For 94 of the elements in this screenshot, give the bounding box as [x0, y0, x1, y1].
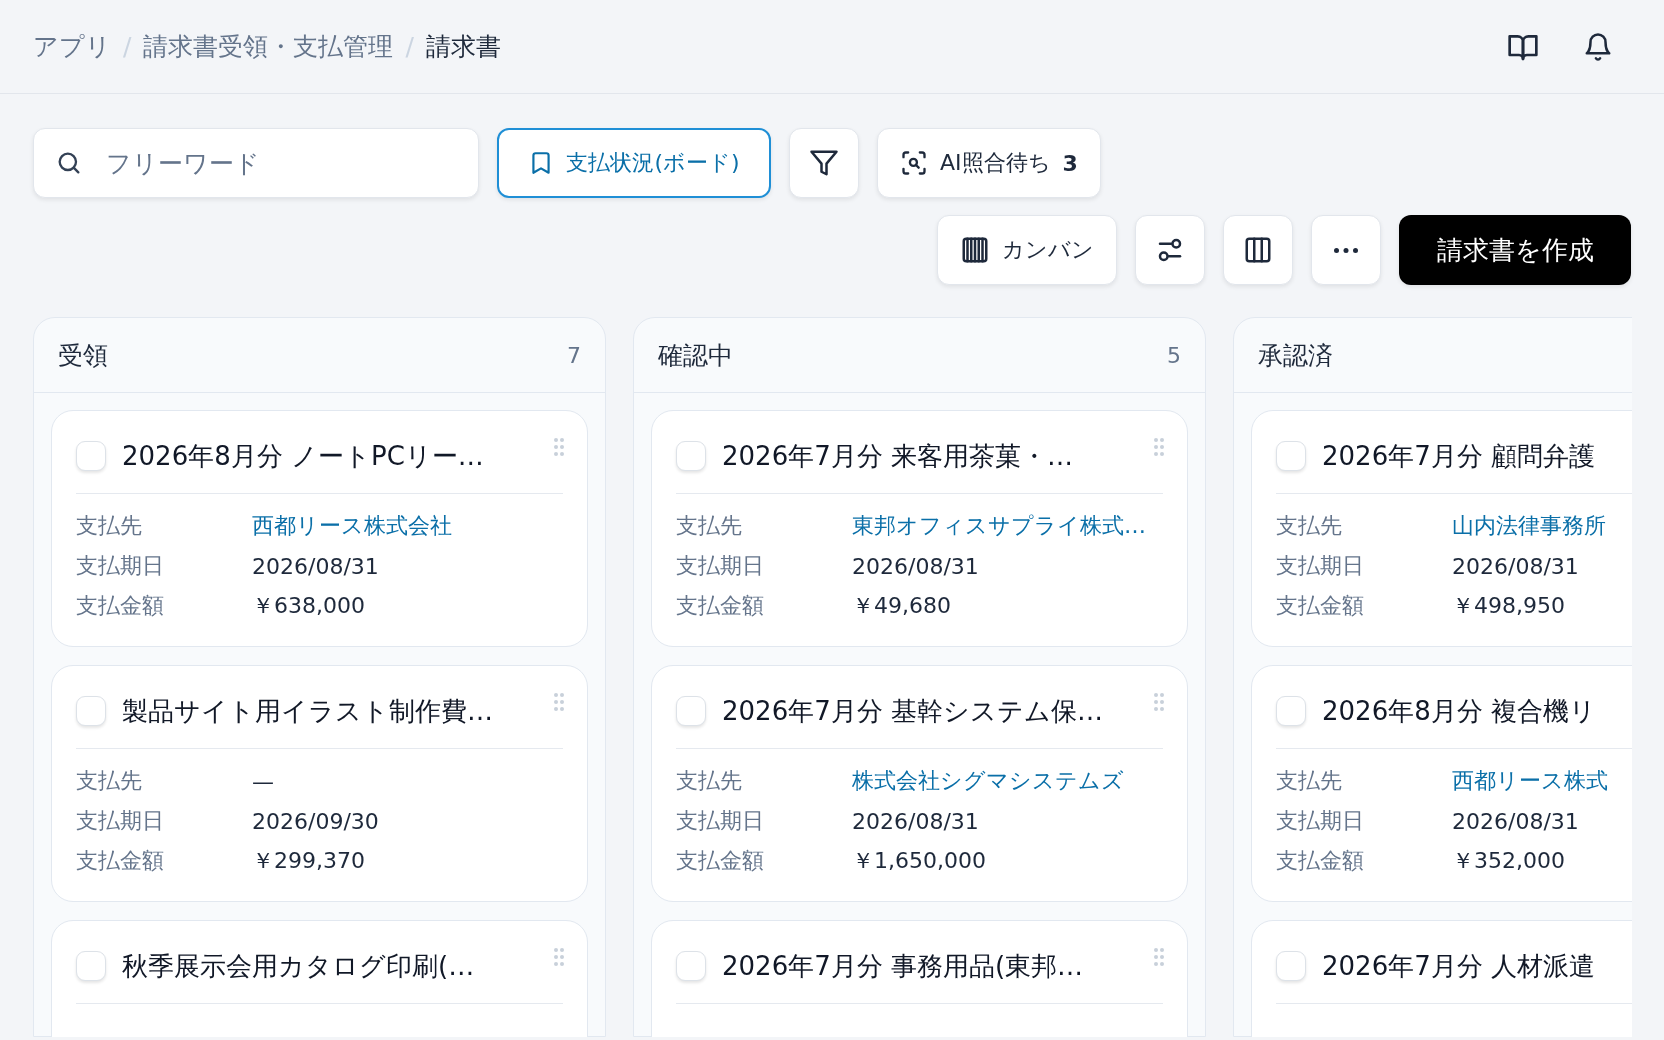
- payee-link[interactable]: 西都リース株式会社: [252, 511, 452, 541]
- breadcrumb-item[interactable]: アプリ: [33, 30, 111, 63]
- filter-icon: [809, 148, 839, 178]
- checkbox[interactable]: [76, 696, 106, 726]
- columns-icon: [1243, 235, 1273, 265]
- create-invoice-button[interactable]: 請求書を作成: [1399, 215, 1631, 285]
- column-count: 5: [1167, 342, 1181, 368]
- field-label: 支払先: [1276, 512, 1343, 540]
- column-title: 確認中: [658, 339, 733, 372]
- invoice-card[interactable]: 2026年8月分 複合機リ 支払先 西都リース株式 支払期日 2026/08/31 支払金額 ￥352,000: [1251, 665, 1632, 902]
- checkbox[interactable]: [1276, 696, 1306, 726]
- payee-link[interactable]: 東邦オフィスサプライ株式…: [852, 511, 1146, 541]
- field-label: 支払期日: [1276, 552, 1365, 580]
- filter-button[interactable]: [789, 128, 859, 198]
- checkbox[interactable]: [76, 951, 106, 981]
- field-label: 支払期日: [76, 807, 165, 835]
- field-label: 支払先: [76, 767, 143, 795]
- column-title: 受領: [58, 339, 108, 372]
- card-title: 秋季展示会用カタログ印刷(…: [122, 949, 475, 983]
- field-value: 2026/09/30: [252, 808, 379, 834]
- field-label: 支払先: [76, 512, 143, 540]
- drag-handle-icon[interactable]: [1153, 947, 1165, 967]
- bell-icon[interactable]: [1583, 31, 1613, 62]
- card-title: 2026年8月分 複合機リ: [1322, 694, 1596, 728]
- field-value: —: [252, 768, 274, 794]
- search-field[interactable]: フリーワード: [33, 128, 479, 198]
- drag-handle-icon[interactable]: [1153, 692, 1165, 712]
- field-label: 支払期日: [676, 807, 765, 835]
- checkbox[interactable]: [676, 696, 706, 726]
- payee-link[interactable]: 西都リース株式: [1452, 766, 1608, 796]
- checkbox[interactable]: [676, 441, 706, 471]
- view-button[interactable]: カンバン: [937, 215, 1117, 285]
- saved-view-button[interactable]: 支払状況(ボード): [497, 128, 771, 198]
- drag-handle-icon[interactable]: [553, 437, 565, 457]
- breadcrumb-item[interactable]: 請求書受領・支払管理: [143, 30, 394, 63]
- field-value: ￥49,680: [852, 592, 951, 620]
- field-value: 2026/08/31: [852, 808, 979, 834]
- card-title: 製品サイト用イラスト制作費…: [122, 694, 493, 728]
- checkbox[interactable]: [676, 951, 706, 981]
- field-label: 支払期日: [1276, 807, 1365, 835]
- payee-link[interactable]: 山内法律事務所: [1452, 511, 1606, 541]
- invoice-card[interactable]: 製品サイト用イラスト制作費… 支払先 — 支払期日 2026/09/30 支払金額 ￥299,370: [51, 665, 588, 902]
- drag-handle-icon[interactable]: [1153, 437, 1165, 457]
- breadcrumb-separator: /: [405, 32, 414, 61]
- card-title: 2026年7月分 事務用品(東邦…: [722, 949, 1084, 983]
- field-value: 2026/08/31: [252, 553, 379, 579]
- column-title: 承認済: [1258, 339, 1333, 372]
- card-title: 2026年8月分 ノートPCリー…: [122, 439, 484, 473]
- field-value: 2026/08/31: [1452, 808, 1579, 834]
- field-label: 支払金額: [676, 847, 765, 875]
- field-value: ￥638,000: [252, 592, 365, 620]
- field-label: 支払先: [676, 767, 743, 795]
- columns-button[interactable]: [1223, 215, 1293, 285]
- card-title: 2026年7月分 来客用茶菓・…: [722, 439, 1073, 473]
- field-label: 支払期日: [76, 552, 165, 580]
- drag-handle-icon[interactable]: [553, 692, 565, 712]
- more-button[interactable]: [1311, 215, 1381, 285]
- drag-handle-icon[interactable]: [553, 947, 565, 967]
- field-label: 支払金額: [1276, 592, 1365, 620]
- invoice-card[interactable]: 2026年7月分 人材派遣: [1251, 920, 1632, 1037]
- field-value: ￥352,000: [1452, 847, 1565, 875]
- invoice-card[interactable]: 2026年7月分 事務用品(東邦…: [651, 920, 1188, 1037]
- columns-icon: [960, 235, 990, 265]
- field-label: 支払先: [676, 512, 743, 540]
- breadcrumb-item: 請求書: [425, 31, 501, 63]
- invoice-card[interactable]: 2026年7月分 来客用茶菓・… 支払先 東邦オフィスサプライ株式… 支払期日 2026/08/31 支払金額 ￥49,680: [651, 410, 1188, 647]
- field-value: 2026/08/31: [852, 553, 979, 579]
- field-value: ￥1,650,000: [852, 847, 986, 875]
- payee-link[interactable]: 株式会社シグマシステムズ: [852, 766, 1124, 796]
- ai-match-button[interactable]: AI照合待ち 3: [877, 128, 1101, 198]
- more-icon: [1334, 247, 1358, 253]
- column-count: 7: [567, 342, 581, 368]
- invoice-card[interactable]: 2026年7月分 基幹システム保… 支払先 株式会社シグマシステムズ 支払期日 2026/08/31 支払金額 ￥1,650,000: [651, 665, 1188, 902]
- card-title: 2026年7月分 顧問弁護: [1322, 439, 1595, 473]
- field-label: 支払金額: [76, 592, 165, 620]
- breadcrumb-separator: /: [123, 32, 132, 61]
- field-value: ￥498,950: [1452, 592, 1565, 620]
- settings-button[interactable]: [1135, 215, 1205, 285]
- field-label: 支払金額: [676, 592, 765, 620]
- invoice-card[interactable]: 2026年8月分 ノートPCリー… 支払先 西都リース株式会社 支払期日 2026/08/31 支払金額 ￥638,000: [51, 410, 588, 647]
- field-label: 支払金額: [76, 847, 165, 875]
- card-title: 2026年7月分 人材派遣: [1322, 949, 1595, 983]
- field-value: 2026/08/31: [1452, 553, 1579, 579]
- invoice-card[interactable]: 2026年7月分 顧問弁護 支払先 山内法律事務所 支払期日 2026/08/31 支払金額 ￥498,950: [1251, 410, 1632, 647]
- field-label: 支払先: [1276, 767, 1343, 795]
- field-label: 支払金額: [1276, 847, 1365, 875]
- checkbox[interactable]: [76, 441, 106, 471]
- field-label: 支払期日: [676, 552, 765, 580]
- checkbox[interactable]: [1276, 441, 1306, 471]
- scan-icon: [900, 149, 928, 177]
- field-value: ￥299,370: [252, 847, 365, 875]
- card-title: 2026年7月分 基幹システム保…: [722, 694, 1103, 728]
- checkbox[interactable]: [1276, 951, 1306, 981]
- invoice-card[interactable]: 秋季展示会用カタログ印刷(…: [51, 920, 588, 1037]
